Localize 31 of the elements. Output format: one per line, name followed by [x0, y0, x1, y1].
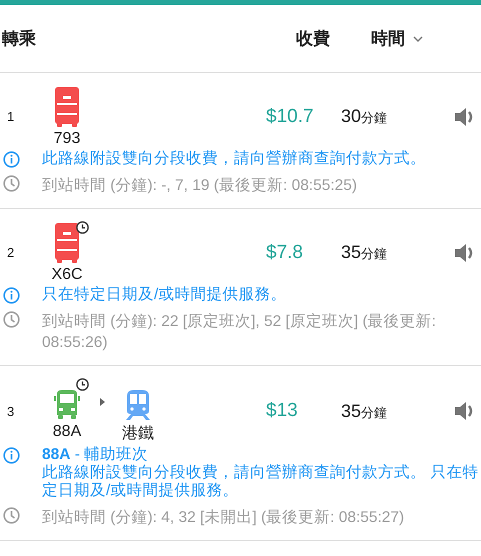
duration: 35分鐘 [341, 242, 388, 263]
duration: 30分鐘 [341, 106, 388, 127]
duration: 35分鐘 [341, 400, 388, 422]
info-icon [3, 151, 20, 168]
notice-text: 只在特定日期及/或時間提供服務。 [42, 286, 288, 304]
column-header[interactable]: 時間 [371, 27, 405, 50]
fare: $10.7 [266, 106, 315, 128]
route-label: X6C [51, 266, 83, 284]
fare: $7.8 [266, 242, 304, 264]
route-label: 88A [52, 423, 82, 441]
arrival-times: 到站時間 (分鐘): 4, 32 [未開出] (最後更新: 08:55:27) [42, 508, 406, 528]
column-header: 轉乘 [2, 28, 37, 50]
arrival-times: 到站時間 (分鐘): -, 7, 19 (最後更新: 08:55:25) [42, 176, 358, 196]
fare: $13 [266, 400, 299, 422]
row-number: 2 [6, 245, 16, 260]
clock-icon [3, 311, 20, 328]
column-header: 收費 [296, 28, 331, 50]
row-number: 3 [6, 404, 16, 418]
caret-right-icon [100, 398, 105, 406]
info-icon [3, 447, 20, 464]
notice-text: 88A - 輔助班次 [42, 446, 150, 464]
info-icon [3, 287, 20, 304]
notice-text: 此路線附設雙向分段收費，請向營辦商查詢付款方式。 只在特定日期及/或時間提供服務。 [42, 464, 480, 500]
clock-icon [3, 175, 20, 192]
route-label: 793 [54, 130, 80, 148]
notice-text: 此路線附設雙向分段收費，請向營辦商查詢付款方式。 [42, 150, 427, 168]
clock-icon [3, 507, 20, 524]
row-number: 1 [6, 109, 16, 124]
arrival-times: 到站時間 (分鐘): 22 [原定班次], 52 [原定班次] (最後更新: 08:55:26) [42, 312, 437, 353]
route-label: 港鐵 [122, 424, 154, 444]
chevron-down-icon[interactable] [413, 36, 423, 42]
